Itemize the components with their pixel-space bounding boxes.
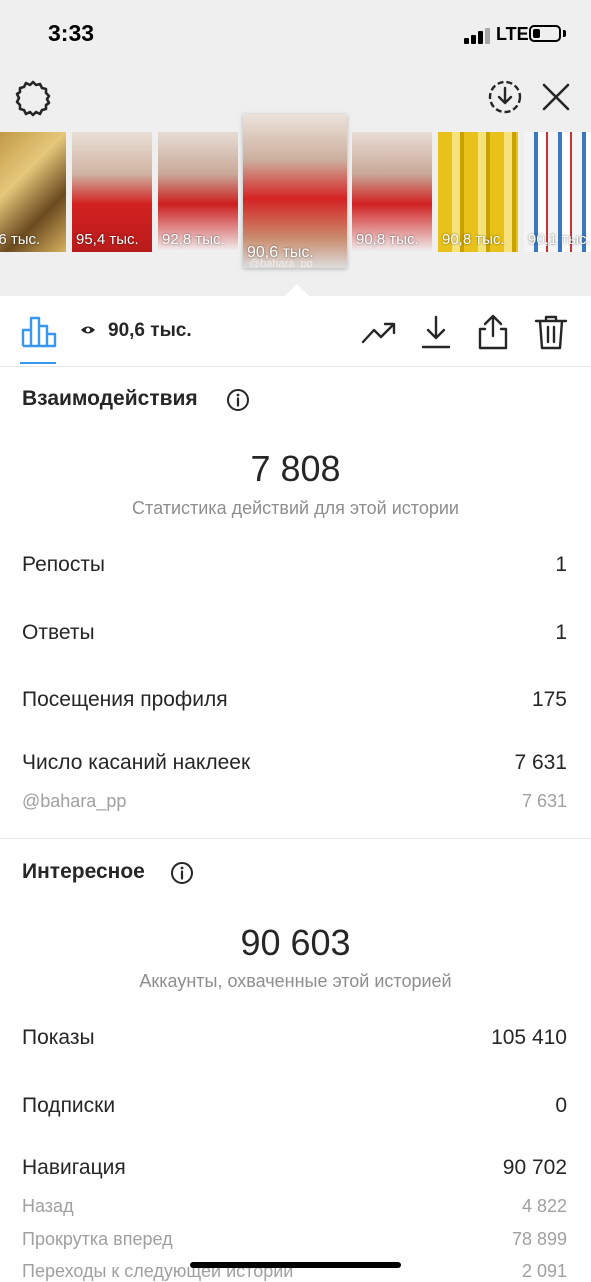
- bar-chart-icon[interactable]: [20, 312, 58, 348]
- row-label-replies: Ответы: [22, 621, 95, 644]
- discovery-caption: Аккаунты, охваченные этой историей: [139, 971, 452, 991]
- top-area: 3:33 LTE 96 тыс. 95,4 тыс. 92,8 тыс.: [0, 0, 591, 296]
- row-value-replies: 1: [555, 621, 567, 644]
- status-time: 3:33: [48, 20, 95, 46]
- views-total: 90,6 тыс.: [108, 320, 192, 341]
- story-thumbnail[interactable]: 90,1 тыс.: [524, 132, 591, 252]
- sub-value-back: 4 822: [521, 1196, 567, 1216]
- row-value-profile-visits: 175: [531, 688, 567, 711]
- sub-value-forward: 78 899: [511, 1229, 567, 1249]
- interactions-title: Взаимодействия: [22, 387, 198, 410]
- sub-label-forward: Прокрутка вперед: [22, 1229, 173, 1249]
- download-icon[interactable]: [418, 314, 454, 350]
- story-thumbnail[interactable]: 95,4 тыс.: [72, 132, 152, 252]
- thumbnail-views: 96 тыс.: [0, 231, 41, 248]
- close-icon[interactable]: [540, 81, 572, 113]
- thumbnail-views: 95,4 тыс.: [76, 231, 139, 248]
- row-value-navigation: 90 702: [502, 1156, 567, 1179]
- story-thumbnail[interactable]: 96 тыс.: [0, 132, 66, 252]
- sub-value-next-story: 2 091: [521, 1261, 567, 1281]
- signal-icon: [464, 28, 492, 44]
- discovery-title: Интересное: [22, 860, 145, 883]
- eye-icon: [81, 326, 95, 334]
- gear-icon[interactable]: [14, 79, 52, 117]
- story-thumbnail-strip[interactable]: 96 тыс. 95,4 тыс. 92,8 тыс. 90,6 тыс. @b…: [0, 114, 591, 273]
- row-label-navigation: Навигация: [22, 1156, 126, 1179]
- thumbnail-views: 90,8 тыс.: [442, 231, 505, 248]
- story-thumbnail[interactable]: 92,8 тыс.: [158, 132, 238, 252]
- network-label: LTE: [496, 24, 529, 44]
- discovery-total: 90 603: [240, 922, 351, 963]
- trending-icon[interactable]: [361, 314, 397, 350]
- sub-label-back: Назад: [22, 1196, 74, 1216]
- story-thumbnail[interactable]: 90,8 тыс.: [438, 132, 518, 252]
- home-indicator[interactable]: [190, 1262, 401, 1268]
- row-label-sticker-taps: Число касаний наклеек: [22, 751, 251, 774]
- row-value-impressions: 105 410: [491, 1026, 567, 1049]
- interactions-total: 7 808: [250, 448, 341, 489]
- sub-value-sticker-mention: 7 631: [521, 791, 567, 811]
- download-circle-icon[interactable]: [487, 79, 523, 115]
- story-thumbnail-active[interactable]: 90,6 тыс. @bahara_pp: [243, 114, 347, 268]
- interactions-caption: Статистика действий для этой истории: [132, 498, 459, 518]
- thumbnail-handle: @bahara_pp: [249, 258, 313, 268]
- row-label-impressions: Показы: [22, 1026, 95, 1049]
- insights-toolbar: 90,6 тыс.: [0, 296, 591, 367]
- status-bar: 3:33 LTE: [0, 0, 591, 70]
- info-icon[interactable]: [226, 388, 250, 412]
- share-icon[interactable]: [475, 314, 511, 350]
- row-value-follows: 0: [555, 1094, 567, 1117]
- section-divider: [0, 838, 591, 839]
- trash-icon[interactable]: [533, 314, 569, 350]
- battery-icon: [529, 25, 561, 42]
- row-value-sticker-taps: 7 631: [514, 751, 567, 774]
- thumbnail-views: 92,8 тыс.: [162, 231, 225, 248]
- row-label-follows: Подписки: [22, 1094, 116, 1117]
- row-label-reposts: Репосты: [22, 553, 106, 576]
- info-icon[interactable]: [170, 861, 194, 885]
- story-thumbnail[interactable]: 90,8 тыс.: [352, 132, 432, 252]
- sub-label-sticker-mention: @bahara_pp: [22, 791, 127, 811]
- thumbnail-views: 90,8 тыс.: [356, 231, 419, 248]
- thumbnail-views: 90,1 тыс.: [528, 231, 591, 248]
- row-value-reposts: 1: [555, 553, 567, 576]
- row-label-profile-visits: Посещения профиля: [22, 688, 228, 711]
- active-tab-indicator: [20, 362, 56, 364]
